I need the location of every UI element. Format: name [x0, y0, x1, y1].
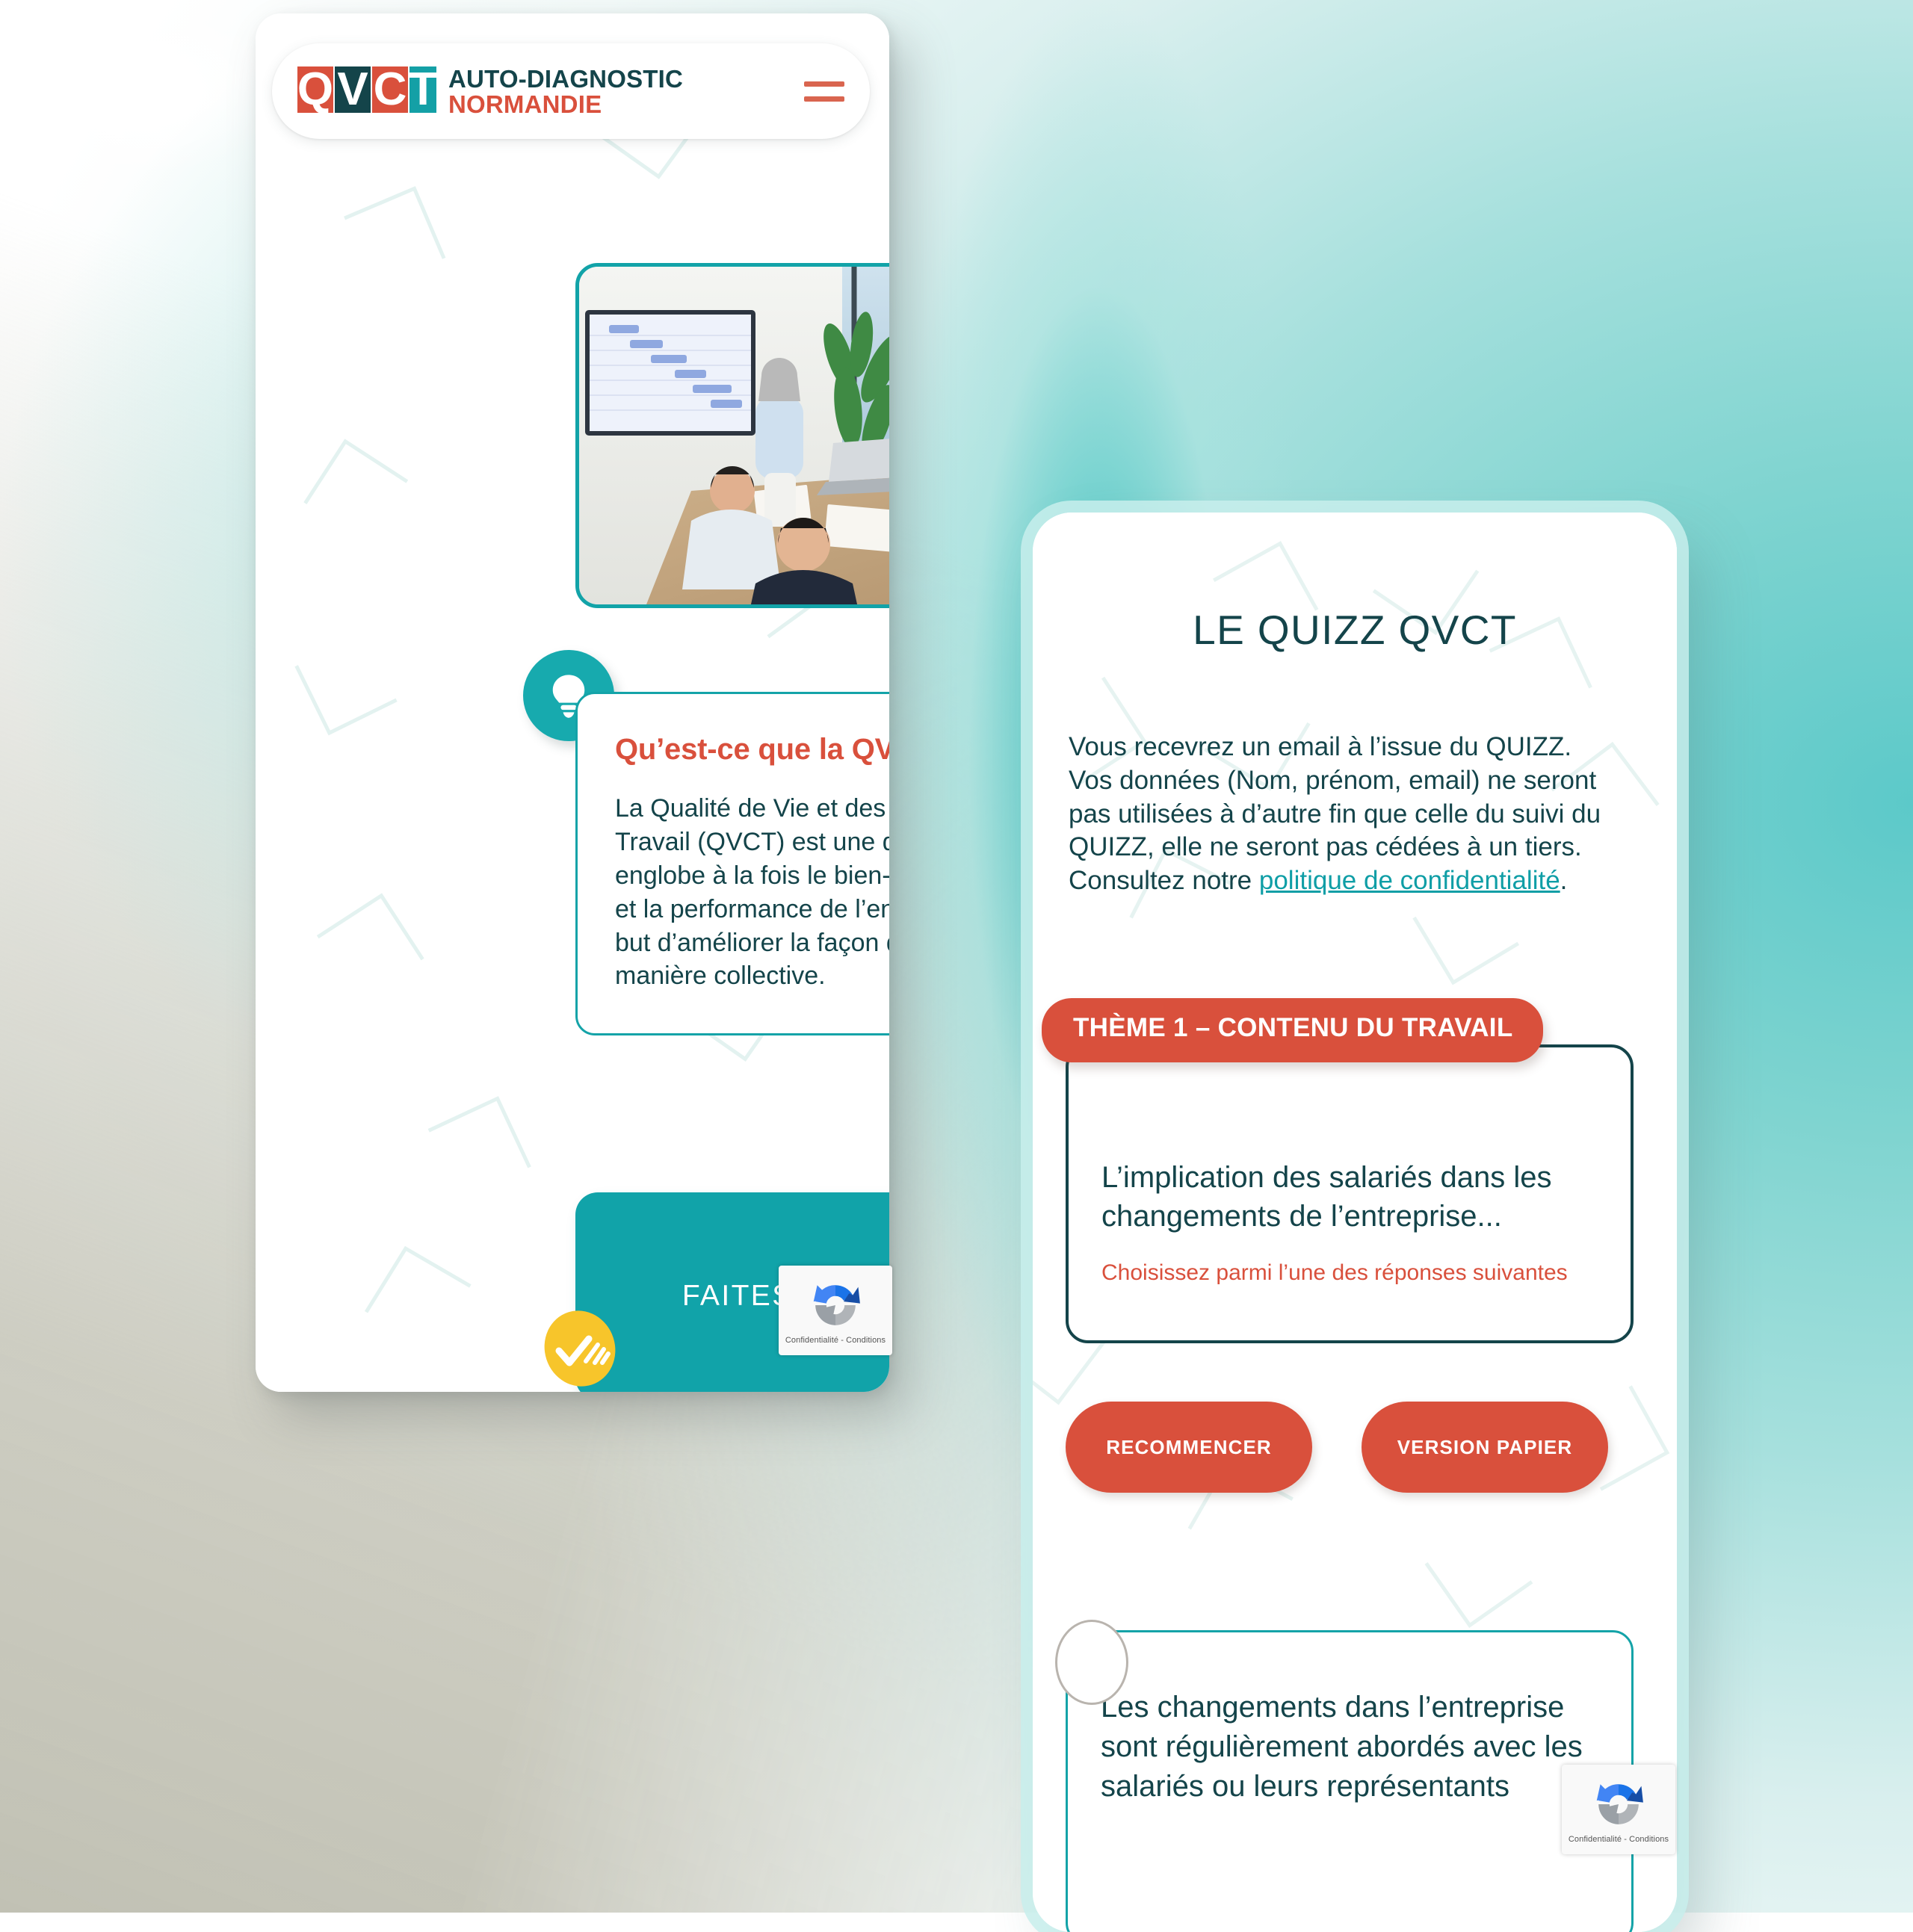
app-header: Q V C T AUTO-DIAGNOSTIC NORMANDIE: [272, 43, 870, 139]
recaptcha-badge[interactable]: Confidentialité - Conditions: [779, 1266, 892, 1355]
recaptcha-label: Confidentialité - Conditions: [1568, 1835, 1669, 1844]
answer-option-text: Les changements dans l’entreprise sont r…: [1101, 1691, 1583, 1803]
question-text: L’implication des salariés dans les chan…: [1101, 1161, 1552, 1233]
logo-tile-v: V: [335, 66, 371, 113]
privacy-line-3-prefix: Consultez notre: [1069, 866, 1259, 896]
recommencer-button[interactable]: RECOMMENCER: [1066, 1402, 1312, 1493]
info-card-qvct: Qu’est-ce que la QVCT ? La Qualité de Vi…: [575, 692, 889, 1035]
logo-wordmark: AUTO-DIAGNOSTIC NORMANDIE: [448, 66, 683, 117]
radio-unchecked-icon[interactable]: [1055, 1620, 1128, 1705]
privacy-line-3-suffix: .: [1560, 866, 1568, 896]
privacy-line-1: Vous recevrez un email à l’issue du QUIZ…: [1069, 732, 1572, 761]
question-card: L’implication des salariés dans les chan…: [1066, 1044, 1634, 1343]
recaptcha-icon: [813, 1285, 860, 1325]
logo-tile-c: C: [372, 66, 408, 113]
phone-mockup-quiz: LE QUIZZ QVCT Vous recevrez un email à l…: [1033, 513, 1677, 1932]
hamburger-icon[interactable]: [804, 76, 844, 106]
answer-option-card[interactable]: Les changements dans l’entreprise sont r…: [1066, 1630, 1634, 1932]
privacy-line-2: Vos données (Nom, prénom, email) ne sero…: [1069, 765, 1601, 862]
logo-tile-t: T: [410, 66, 436, 113]
logo-tile-q: Q: [297, 66, 333, 113]
hero-meeting-photo: [575, 263, 889, 608]
recaptcha-label: Confidentialité - Conditions: [785, 1336, 886, 1345]
theme-badge: THÈME 1 – CONTENU DU TRAVAIL: [1042, 998, 1543, 1062]
version-papier-button[interactable]: VERSION PAPIER: [1362, 1402, 1608, 1493]
privacy-note: Vous recevrez un email à l’issue du QUIZ…: [1069, 731, 1645, 898]
home-screen: Q V C T AUTO-DIAGNOSTIC NORMANDIE Qu’est…: [256, 13, 889, 1392]
logo-letter-v: V: [337, 66, 368, 113]
phone-mockup-home: Q V C T AUTO-DIAGNOSTIC NORMANDIE Qu’est…: [256, 13, 889, 1392]
question-hint: Choisissez parmi l’une des réponses suiv…: [1101, 1260, 1568, 1285]
info-card-body: La Qualité de Vie et des Conditions de T…: [615, 794, 889, 991]
qvct-logo[interactable]: Q V C T AUTO-DIAGNOSTIC NORMANDIE: [297, 66, 683, 117]
logo-letter-c: C: [373, 66, 407, 113]
page-title: LE QUIZZ QVCT: [1193, 606, 1517, 653]
quiz-screen: LE QUIZZ QVCT Vous recevrez un email à l…: [1033, 513, 1677, 1932]
logo-line-normandie: NORMANDIE: [448, 90, 602, 118]
logo-letter-t: T: [410, 66, 436, 113]
logo-letter-q: Q: [297, 66, 333, 113]
privacy-policy-link[interactable]: politique de confidentialité: [1259, 866, 1560, 895]
info-card-title: Qu’est-ce que la QVCT ?: [615, 733, 889, 766]
logo-line-auto-diagnostic: AUTO-DIAGNOSTIC: [448, 65, 684, 93]
